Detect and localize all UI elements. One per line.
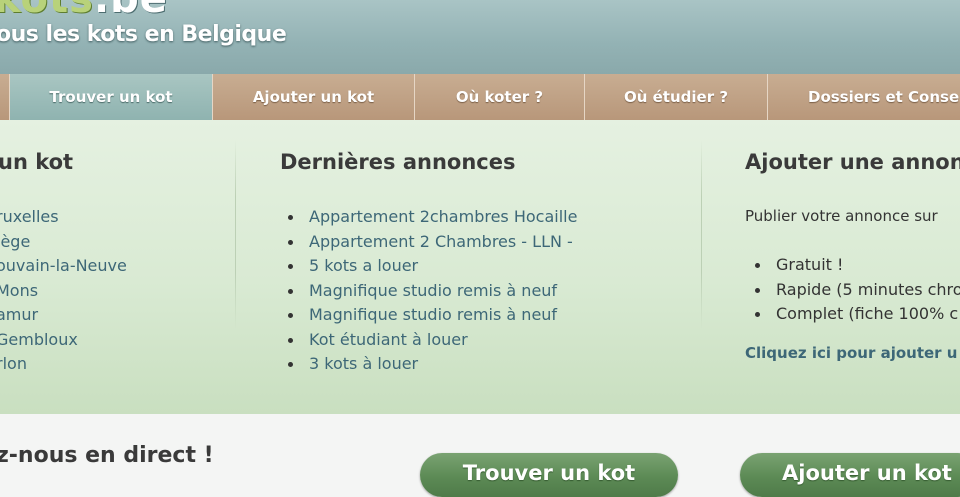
add-ad-title: Ajouter une annon	[745, 150, 960, 174]
city-link-arlon[interactable]: rlon	[0, 352, 127, 377]
city-link-mons[interactable]: Mons	[0, 279, 127, 304]
ad-link[interactable]: Magnifique studio remis à neuf	[286, 303, 577, 328]
site-tagline: ous les kots en Belgique	[0, 22, 287, 47]
city-link-namur[interactable]: amur	[0, 303, 127, 328]
bullet-icon	[755, 312, 760, 317]
feature-text: Complet (fiche 100% c	[776, 304, 959, 323]
feature-text: Rapide (5 minutes chro	[776, 279, 960, 299]
bullet-icon	[288, 337, 293, 343]
ad-link[interactable]: 5 kots a louer	[286, 254, 577, 279]
ad-title[interactable]: Magnifique studio remis à neuf	[309, 281, 557, 300]
add-kot-button[interactable]: Ajouter un kot	[740, 453, 960, 497]
add-ad-link[interactable]: Cliquez ici pour ajouter u	[745, 344, 957, 362]
site-logo[interactable]: kots.be	[0, 0, 168, 22]
latest-ads-title: Dernières annonces	[280, 150, 516, 174]
ad-title[interactable]: Kot étudiant à louer	[309, 330, 468, 349]
ad-title[interactable]: 3 kots à louer	[309, 354, 418, 373]
bullet-icon	[288, 264, 293, 269]
site-header: kots.be ous les kots en Belgique	[0, 0, 960, 74]
ad-link[interactable]: Magnifique studio remis à neuf	[286, 279, 577, 304]
bullet-icon	[288, 215, 293, 220]
find-kot-title: un kot	[0, 150, 74, 174]
nav-tab-ajouter-un-kot[interactable]: Ajouter un kot	[213, 74, 415, 120]
feature-item: Gratuit !	[753, 253, 960, 278]
nav-tab-left-edge	[0, 74, 10, 120]
feature-item: Rapide (5 minutes chro	[753, 278, 960, 303]
ad-title[interactable]: Magnifique studio remis à neuf	[309, 305, 557, 324]
ad-link[interactable]: Appartement 2 Chambres - LLN -	[286, 230, 577, 255]
city-link-bruxelles[interactable]: ruxelles	[0, 205, 127, 230]
ad-link[interactable]: 3 kots à louer	[286, 352, 577, 377]
ad-title[interactable]: Appartement 2chambres Hocaille	[309, 207, 577, 226]
city-link-gembloux[interactable]: Gembloux	[0, 328, 127, 353]
nav-tab-ou-etudier[interactable]: Où étudier ?	[585, 74, 768, 120]
nav-tab-ou-koter[interactable]: Où koter ?	[415, 74, 585, 120]
bullet-icon	[288, 313, 293, 318]
bullet-icon	[288, 239, 293, 245]
city-link-louvain-la-neuve[interactable]: ouvain-la-Neuve	[0, 254, 127, 279]
nav-tab-dossiers-et-conseils[interactable]: Dossiers et Conse	[768, 74, 960, 120]
feature-text: Gratuit !	[776, 255, 844, 274]
city-link-liege[interactable]: iège	[0, 230, 127, 255]
bullet-icon	[755, 287, 760, 293]
city-list: ruxelles iège ouvain-la-Neuve Mons amur …	[0, 205, 127, 377]
bullet-icon	[288, 288, 293, 294]
latest-ads-list: Appartement 2chambres Hocaille Apparteme…	[286, 205, 577, 377]
contact-heading: z-nous en direct !	[0, 443, 214, 468]
ad-link[interactable]: Kot étudiant à louer	[286, 328, 577, 353]
column-divider	[235, 140, 236, 330]
ad-title[interactable]: 5 kots a louer	[309, 256, 418, 275]
column-divider	[701, 140, 702, 330]
bullet-icon	[288, 362, 293, 367]
ad-link[interactable]: Appartement 2chambres Hocaille	[286, 205, 577, 230]
add-ad-intro: Publier votre annonce sur	[745, 207, 938, 225]
logo-tld: .be	[94, 0, 168, 22]
feature-item: Complet (fiche 100% c	[753, 302, 960, 327]
bullet-icon	[755, 263, 760, 268]
ad-title[interactable]: Appartement 2 Chambres - LLN -	[309, 232, 573, 251]
find-kot-button[interactable]: Trouver un kot	[420, 453, 678, 497]
nav-tab-trouver-un-kot[interactable]: Trouver un kot	[10, 74, 213, 120]
main-nav: Trouver un kot Ajouter un kot Où koter ?…	[0, 74, 960, 120]
feature-list: Gratuit ! Rapide (5 minutes chro Complet…	[753, 253, 960, 327]
logo-main: kots	[0, 0, 94, 22]
